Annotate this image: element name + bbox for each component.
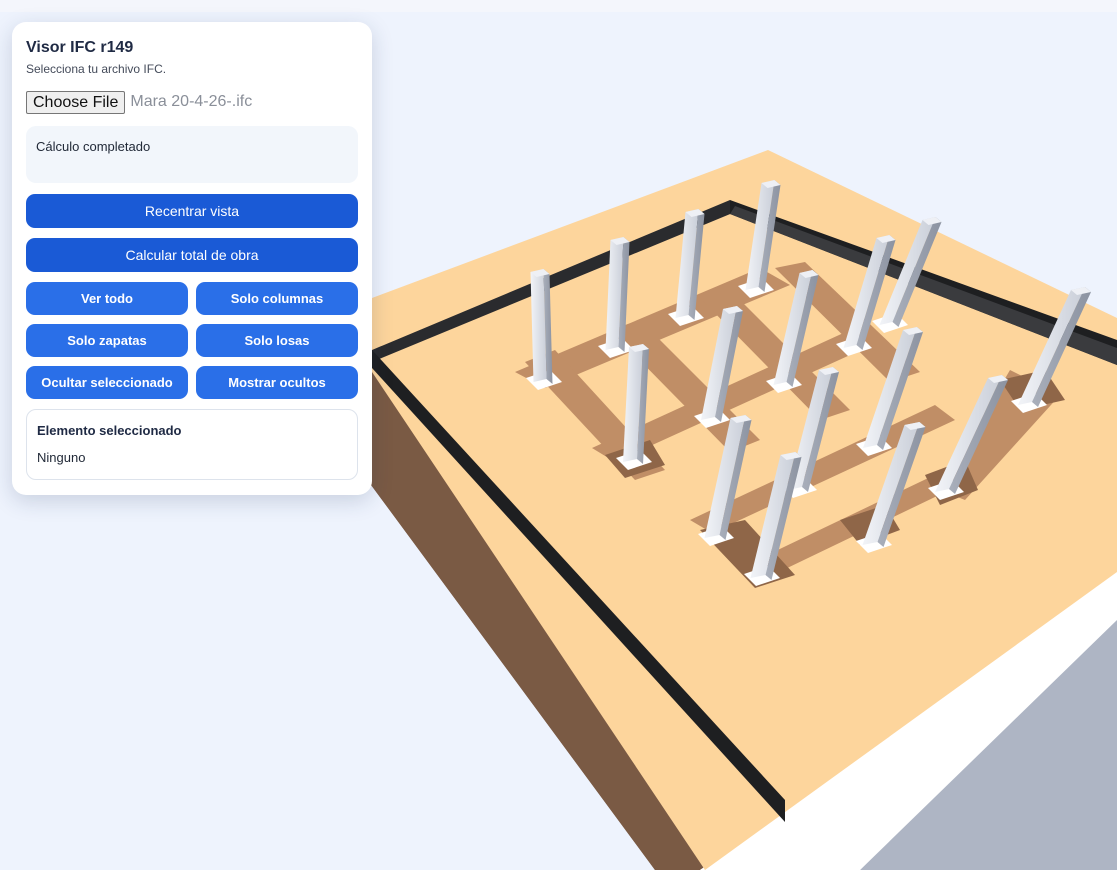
selection-title: Elemento seleccionado	[37, 423, 182, 438]
only-slabs-button[interactable]: Solo losas	[196, 324, 358, 357]
panel-subtitle: Selecciona tu archivo IFC.	[26, 62, 167, 76]
show-hidden-button[interactable]: Mostrar ocultos	[196, 366, 358, 399]
calculate-total-button[interactable]: Calcular total de obra	[26, 238, 358, 272]
selection-box: Elemento seleccionado Ninguno	[26, 409, 358, 480]
file-input[interactable]: Choose File Mara 20-4-26-.ifc	[26, 90, 358, 114]
selection-value: Ninguno	[37, 450, 86, 465]
hide-selected-button[interactable]: Ocultar seleccionado	[26, 366, 188, 399]
filter-button-grid: Ver todo Solo columnas Solo zapatas Solo…	[26, 282, 358, 399]
only-footings-button[interactable]: Solo zapatas	[26, 324, 188, 357]
sky-band	[0, 0, 1117, 12]
selected-file-name: Mara 20-4-26-.ifc	[130, 93, 253, 110]
status-text: Cálculo completado	[36, 139, 151, 154]
panel-title: Visor IFC r149	[26, 39, 134, 56]
only-columns-button[interactable]: Solo columnas	[196, 282, 358, 315]
choose-file-button[interactable]: Choose File	[26, 90, 126, 114]
show-all-button[interactable]: Ver todo	[26, 282, 188, 315]
status-box: Cálculo completado	[26, 126, 358, 183]
control-panel: Visor IFC r149 Selecciona tu archivo IFC…	[12, 22, 372, 495]
recenter-view-button[interactable]: Recentrar vista	[26, 194, 358, 228]
